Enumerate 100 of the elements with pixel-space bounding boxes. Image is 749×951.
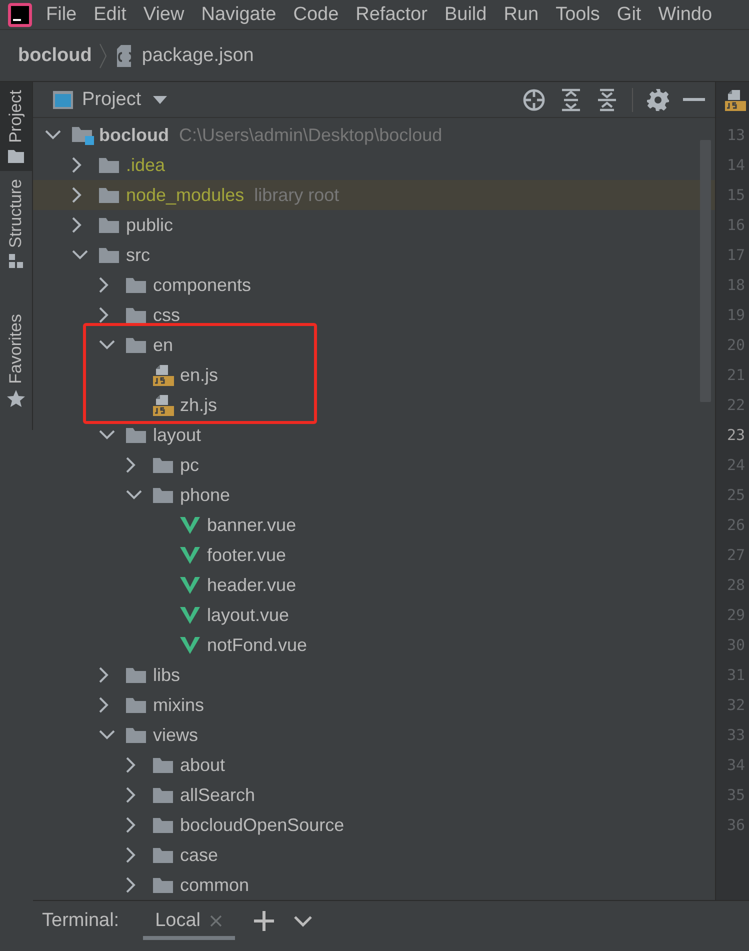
project-view-icon: [52, 90, 74, 110]
locate-icon[interactable]: [522, 88, 546, 112]
scrollbar-thumb[interactable]: [700, 140, 711, 402]
dropdown-caret-icon[interactable]: [153, 96, 168, 104]
tree-item-label[interactable]: mixins: [153, 694, 204, 716]
menu-item[interactable]: Code: [293, 4, 339, 26]
folder-icon: [98, 216, 120, 234]
folder-icon: [152, 756, 174, 774]
menu-item[interactable]: Git: [616, 4, 642, 26]
tree-item-label[interactable]: en.js: [180, 364, 218, 386]
chevron-right-icon[interactable]: [126, 877, 136, 893]
menu-item[interactable]: File: [46, 4, 77, 26]
chevron-down-icon[interactable]: [45, 130, 61, 140]
tree-item-label[interactable]: banner.vue: [207, 514, 296, 536]
tree-item-label[interactable]: pc: [180, 454, 200, 476]
vue-file-icon: [179, 635, 201, 655]
chevron-down-icon[interactable]: [99, 430, 115, 440]
tree-item-label[interactable]: footer.vue: [207, 544, 286, 566]
minimize-icon[interactable]: [683, 98, 705, 102]
vue-file-icon: [179, 515, 201, 535]
chevron-right-icon[interactable]: [126, 847, 136, 863]
tool-window-tab[interactable]: Project: [0, 82, 32, 171]
chevron-right-icon[interactable]: [99, 697, 109, 713]
tree-item-label[interactable]: phone: [180, 484, 230, 506]
chevron-right-icon[interactable]: [99, 307, 109, 323]
breadcrumb-separator-icon: [98, 42, 108, 68]
tree-item-label[interactable]: views: [153, 724, 198, 746]
menu-item[interactable]: Navigate: [201, 4, 276, 26]
library-hint: library root: [254, 184, 340, 206]
tree-item-label[interactable]: layout: [153, 424, 202, 446]
terminal-label: Terminal:: [42, 910, 120, 932]
expand-all-icon[interactable]: [560, 88, 582, 112]
folder-icon: [152, 876, 174, 894]
breadcrumb-item[interactable]: package.json: [142, 44, 254, 66]
tree-item-label[interactable]: src: [126, 244, 150, 266]
tree-item-label[interactable]: components: [153, 274, 252, 296]
tree-item-label[interactable]: libs: [153, 664, 180, 686]
tree-item-label[interactable]: layout.vue: [207, 604, 290, 626]
chevron-right-icon[interactable]: [126, 757, 136, 773]
chevron-right-icon[interactable]: [72, 217, 82, 233]
chevron-down-icon[interactable]: [99, 730, 115, 740]
menu-item[interactable]: Edit: [94, 4, 126, 26]
tree-item-label[interactable]: notFond.vue: [207, 634, 308, 656]
tree-item-label[interactable]: case: [180, 844, 218, 866]
menu-item[interactable]: Tools: [556, 4, 600, 26]
star-icon: [7, 390, 25, 408]
tree-item-label[interactable]: css: [153, 304, 180, 326]
tree-item-label[interactable]: about: [180, 754, 226, 776]
vue-file-icon: [179, 545, 201, 565]
chevron-right-icon[interactable]: [99, 277, 109, 293]
menu-item[interactable]: Run: [504, 4, 539, 26]
tree-item-label[interactable]: bocloud: [99, 124, 169, 146]
chevron-right-icon[interactable]: [99, 667, 109, 683]
tree-item-label[interactable]: en: [153, 334, 174, 356]
tree-item-label[interactable]: node_modules: [126, 184, 244, 206]
chevron-right-icon[interactable]: [126, 817, 136, 833]
panel-title[interactable]: Project: [82, 88, 142, 110]
terminal-tab[interactable]: Local: [143, 901, 234, 940]
menu-item[interactable]: Build: [444, 4, 487, 26]
menu-item[interactable]: Refactor: [356, 4, 428, 26]
tool-window-tab[interactable]: Favorites: [0, 306, 32, 416]
chevron-down-icon[interactable]: [99, 340, 115, 350]
tree-item-label[interactable]: zh.js: [180, 394, 218, 416]
chevron-right-icon[interactable]: [126, 457, 136, 473]
add-icon[interactable]: [252, 910, 274, 932]
folder-icon: [152, 456, 174, 474]
tree-item-label[interactable]: allSearch: [180, 784, 256, 806]
js-file-tab-icon[interactable]: [724, 88, 746, 110]
tree-item-label[interactable]: common: [180, 874, 250, 896]
folder-icon: [125, 336, 147, 354]
line-number: 23: [726, 425, 746, 446]
folder-icon: [125, 696, 147, 714]
path-hint: C:\Users\admin\Desktop\bocloud: [179, 124, 442, 146]
breadcrumb-item[interactable]: bocloud: [18, 44, 92, 66]
settings-icon[interactable]: [647, 88, 669, 110]
chevron-down-icon[interactable]: [292, 914, 312, 926]
chevron-right-icon[interactable]: [126, 787, 136, 803]
folder-icon: [152, 486, 174, 504]
chevron-right-icon[interactable]: [72, 187, 82, 203]
menu-item[interactable]: View: [143, 4, 184, 26]
tree-item-label[interactable]: bocloudOpenSource: [180, 814, 344, 836]
menu-item[interactable]: Windo: [658, 4, 712, 26]
chevron-right-icon[interactable]: [72, 157, 82, 173]
js-file-icon: [152, 394, 174, 416]
vue-file-icon: [179, 575, 201, 595]
module-folder-icon: [71, 125, 95, 145]
folder-icon: [125, 276, 147, 294]
vue-file-icon: [179, 605, 201, 625]
tool-window-tab[interactable]: Structure: [0, 170, 32, 276]
collapse-all-icon[interactable]: [596, 88, 618, 112]
folder-icon: [125, 666, 147, 684]
tree-item-label[interactable]: header.vue: [207, 574, 296, 596]
folder-icon: [8, 148, 24, 163]
chevron-down-icon[interactable]: [126, 490, 142, 500]
folder-icon: [125, 726, 147, 744]
chevron-down-icon[interactable]: [72, 250, 88, 260]
tree-item-label[interactable]: public: [126, 214, 174, 236]
tree-item-label[interactable]: .idea: [126, 154, 166, 176]
structure-icon: [9, 254, 23, 268]
folder-icon: [152, 786, 174, 804]
